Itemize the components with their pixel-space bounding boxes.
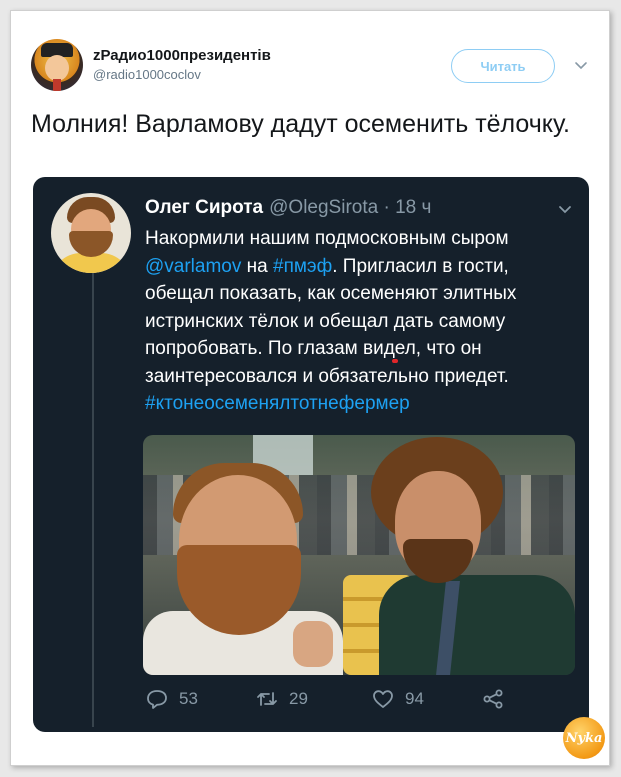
tweet-photo[interactable] [143,435,575,675]
user-handle[interactable]: @radio1000coclov [93,67,201,82]
hashtag-link[interactable]: #пмэф [273,256,332,277]
retweet-button[interactable]: 29 [255,687,308,711]
screenshot-frame: zРадио1000президентів @radio1000coclov Ч… [10,10,610,766]
quoted-tweet-text: Накормили нашим подмосковным сыром @varl… [145,225,575,418]
chevron-down-icon[interactable] [573,57,589,73]
hashtag-link[interactable]: #ктонеосеменялтотнефермер [145,393,410,414]
quoted-avatar[interactable] [51,193,131,273]
text-part: на [241,255,273,277]
reply-button[interactable]: 53 [145,687,198,711]
like-button[interactable]: 94 [371,687,424,711]
mention-link[interactable]: @varlamov [145,256,241,277]
user-avatar[interactable] [31,39,83,91]
quoted-handle[interactable]: @OlegSirota [269,197,378,218]
quoted-display-name[interactable]: Олег Сирота [145,197,263,218]
retweet-icon [257,692,277,706]
like-count: 94 [405,689,424,708]
quoted-tweet-card[interactable]: Олег Сирота @OlegSirota · 18 ч Накормили … [33,177,589,732]
tweet-text: Молния! Варламову дадут осеменить тёлочк… [31,110,570,138]
like-icon [373,690,393,708]
quoted-header: Олег Сирота @OlegSirota · 18 ч [145,197,431,219]
text-part: Накормили нашим подмосковным сыром [145,228,509,249]
watermark-logo: Nyka [563,717,605,759]
thread-line [92,257,94,727]
quoted-time[interactable]: 18 ч [395,197,431,218]
separator: · [383,197,390,218]
chevron-down-icon[interactable] [557,201,573,217]
tweet-actions: 53 29 94 [145,687,565,713]
display-name[interactable]: zРадио1000президентів [93,47,271,64]
share-icon [483,689,503,709]
reply-count: 53 [179,689,198,708]
follow-button[interactable]: Читать [451,49,555,83]
retweet-count: 29 [289,689,308,708]
reply-icon [147,690,167,709]
share-button[interactable] [481,687,505,711]
